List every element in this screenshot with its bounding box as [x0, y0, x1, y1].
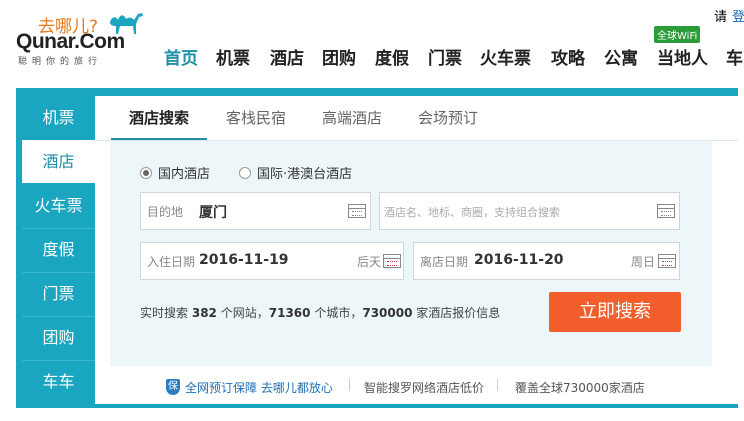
radio-selected-icon [140, 167, 152, 179]
keyword-list-icon[interactable] [657, 204, 675, 218]
checkin-day-hint: 后天 [357, 255, 382, 269]
nav-trains[interactable]: 火车票 [480, 44, 531, 69]
checkout-day-hint: 周日 [631, 255, 656, 269]
sidebar-item-tickets[interactable]: 门票 [22, 272, 95, 317]
nav-apartments[interactable]: 公寓 [604, 44, 638, 69]
sidebar-item-cars[interactable]: 车车 [22, 360, 95, 404]
keyword-placeholder: 酒店名、地标、商圈，支持组合搜索 [384, 206, 560, 219]
checkin-date-field[interactable]: 入住日期 2016-11-19 后天 [140, 242, 404, 280]
footer-lowprice: 智能搜罗网络酒店低价 [364, 381, 485, 395]
nav-car[interactable]: 车 [726, 44, 743, 69]
checkin-value: 2016-11-19 [199, 252, 289, 268]
search-stats: 实时搜索 382 个网站，71360 个城市，730000 家酒店报价信息 [140, 304, 500, 321]
stats-hotels-count: 730000 [362, 306, 413, 320]
logo-wordmark[interactable]: Qunar.Com [16, 30, 125, 54]
tab-inns[interactable]: 客栈民宿 [226, 96, 286, 140]
checkout-value: 2016-11-20 [474, 252, 564, 268]
radio-international[interactable]: 国际·港澳台酒店 [239, 163, 352, 182]
radio-international-label: 国际·港澳台酒店 [257, 167, 353, 182]
wifi-badge: 全球WiFi [654, 26, 701, 43]
destination-label: 目的地 [147, 205, 184, 219]
nav-tickets[interactable]: 门票 [428, 44, 462, 69]
destination-field[interactable]: 目的地 厦门 [140, 192, 371, 230]
nav-groupbuy[interactable]: 团购 [322, 44, 356, 69]
checkin-label: 入住日期 [147, 255, 196, 269]
tab-venue-booking[interactable]: 会场预订 [418, 96, 478, 140]
nav-home[interactable]: 首页 [164, 44, 198, 69]
radio-domestic-label: 国内酒店 [158, 167, 211, 182]
radio-domestic[interactable]: 国内酒店 [140, 163, 210, 182]
calendar-icon[interactable] [383, 254, 401, 268]
radio-unselected-icon [239, 167, 251, 179]
destination-value: 厦门 [199, 205, 227, 221]
nav-hotels[interactable]: 酒店 [270, 44, 304, 69]
nav-guides[interactable]: 攻略 [551, 44, 585, 69]
footer-coverage: 覆盖全球730000家酒店 [515, 381, 645, 395]
footer-divider [497, 379, 498, 391]
calendar-icon[interactable] [658, 254, 676, 268]
stats-sites-unit: 个网站， [220, 306, 269, 320]
stats-prefix: 实时搜索 [140, 306, 189, 320]
nav-locals[interactable]: 当地人 [657, 44, 708, 69]
stats-cities-unit: 个城市， [314, 306, 363, 320]
footer-guarantee-link[interactable]: 全网预订保障 去哪儿都放心 [185, 379, 333, 396]
tab-luxury-hotels[interactable]: 高端酒店 [322, 96, 382, 140]
keyword-input[interactable]: 酒店名、地标、商圈，支持组合搜索 [379, 192, 680, 230]
greeting-text: 请 [714, 10, 728, 25]
logo-slogan: 聪明你的旅行 [18, 57, 103, 67]
tab-hotel-search[interactable]: 酒店搜索 [111, 96, 208, 140]
hotel-tabs: 酒店搜索 客栈民宿 高端酒店 会场预订 [95, 96, 738, 141]
stats-sites-count: 382 [191, 306, 217, 320]
search-button[interactable]: 立即搜索 [549, 292, 681, 332]
nav-flights[interactable]: 机票 [216, 44, 250, 69]
checkout-date-field[interactable]: 离店日期 2016-11-20 周日 [413, 242, 680, 280]
footer-divider [349, 379, 350, 391]
login-link[interactable]: 登 [732, 6, 744, 25]
stats-cities-count: 71360 [268, 306, 311, 320]
sidebar-item-flights[interactable]: 机票 [22, 96, 95, 141]
nav-vacation[interactable]: 度假 [375, 44, 409, 69]
calendar-icon[interactable] [348, 204, 366, 218]
sidebar-item-groupbuy[interactable]: 团购 [22, 316, 95, 361]
sidebar-item-hotels[interactable]: 酒店 [22, 140, 95, 183]
stats-hotels-unit: 家酒店报价信息 [416, 306, 501, 320]
sidebar-item-trains[interactable]: 火车票 [22, 184, 95, 229]
sidebar-item-vacation[interactable]: 度假 [22, 228, 95, 273]
guarantee-footer: 保 全网预订保障 去哪儿都放心 智能搜罗网络酒店低价 覆盖全球730000家酒店 [95, 370, 738, 402]
checkout-label: 离店日期 [420, 255, 469, 269]
shield-icon: 保 [166, 379, 180, 395]
